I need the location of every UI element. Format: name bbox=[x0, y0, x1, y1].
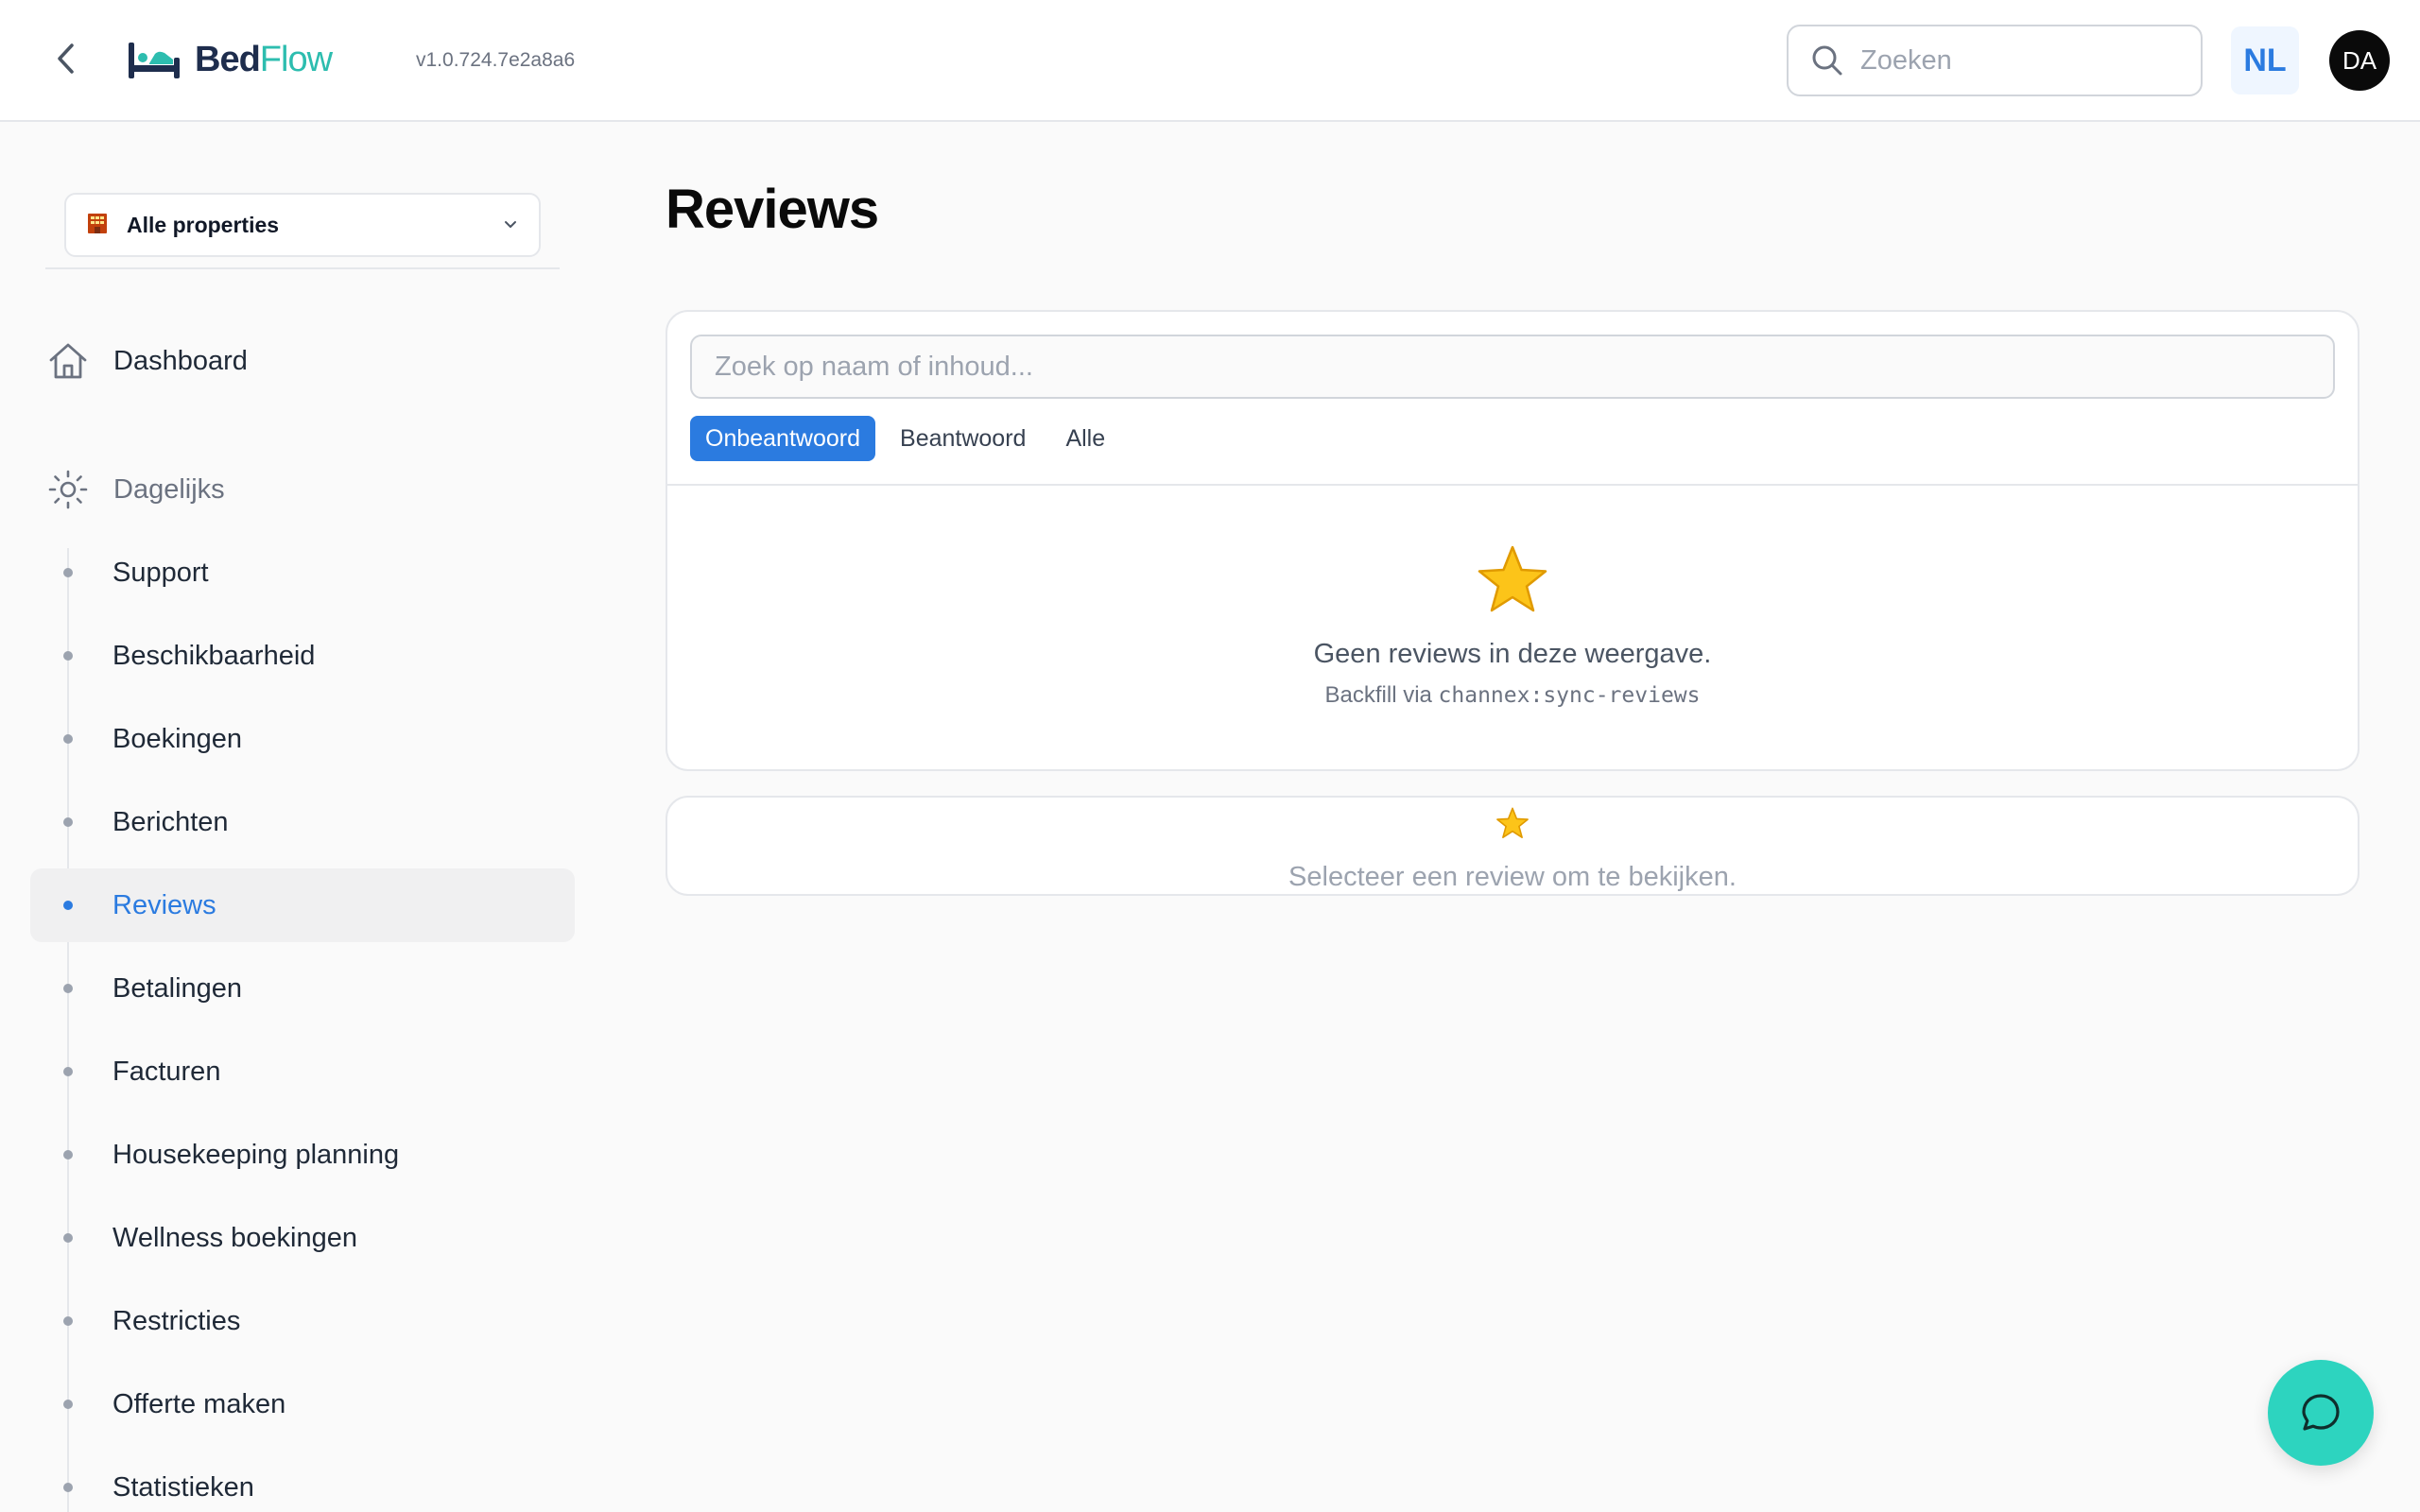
bullet-dot bbox=[63, 1150, 73, 1160]
sidebar-item-dashboard[interactable]: Dashboard bbox=[30, 328, 248, 394]
top-bar: BedFlow v1.0.724.7e2a8a6 NL DA bbox=[0, 0, 2420, 122]
sidebar-item-facturen[interactable]: Facturen bbox=[30, 1035, 575, 1108]
sidebar-item-beschikbaarheid[interactable]: Beschikbaarheid bbox=[30, 619, 575, 693]
bed-icon bbox=[129, 43, 180, 78]
global-search[interactable] bbox=[1787, 25, 2203, 96]
chevron-left-icon bbox=[58, 43, 74, 74]
search-icon bbox=[1812, 45, 1842, 76]
back-button[interactable] bbox=[47, 40, 85, 77]
sidebar-item-label: Reviews bbox=[112, 889, 216, 920]
sidebar-item-label: Statistieken bbox=[112, 1471, 254, 1503]
sidebar-item-wellness-boekingen[interactable]: Wellness boekingen bbox=[30, 1201, 575, 1275]
sidebar-item-label: Beschikbaarheid bbox=[112, 640, 316, 671]
sidebar-item-label: Berichten bbox=[112, 806, 229, 837]
tab-onbeantwoord[interactable]: Onbeantwoord bbox=[690, 416, 876, 461]
chat-button[interactable] bbox=[2268, 1360, 2374, 1466]
hotel-icon bbox=[85, 211, 110, 240]
sidebar-item-label: Support bbox=[112, 557, 209, 588]
bullet-dot bbox=[63, 1316, 73, 1326]
command-code: channex:sync-reviews bbox=[1438, 683, 1701, 708]
review-detail-card: Selecteer een review om te bekijken. bbox=[666, 796, 2360, 896]
review-filter-tabs: Onbeantwoord Beantwoord Alle bbox=[690, 416, 1120, 461]
sidebar-item-statistieken[interactable]: Statistieken bbox=[30, 1451, 575, 1512]
sidebar-item-reviews[interactable]: Reviews bbox=[30, 868, 575, 942]
sidebar-item-label: Betalingen bbox=[112, 972, 243, 1004]
sun-icon bbox=[30, 469, 106, 510]
sidebar-item-label: Boekingen bbox=[112, 723, 243, 754]
card-divider bbox=[667, 484, 2358, 486]
sidebar-item-boekingen[interactable]: Boekingen bbox=[30, 702, 575, 776]
bullet-dot bbox=[63, 1483, 73, 1492]
review-search-input[interactable] bbox=[690, 335, 2335, 399]
page-title: Reviews bbox=[666, 179, 879, 240]
reviews-list-card: Onbeantwoord Beantwoord Alle Geen review… bbox=[666, 310, 2360, 771]
empty-state-title: Geen reviews in deze weergave. bbox=[1313, 639, 1712, 669]
bullet-dot bbox=[63, 651, 73, 661]
sidebar-item-label: Restricties bbox=[112, 1305, 241, 1336]
app-version: v1.0.724.7e2a8a6 bbox=[416, 49, 576, 71]
chat-bubble-icon bbox=[2302, 1394, 2340, 1431]
property-selector[interactable]: Alle properties bbox=[64, 193, 541, 257]
sidebar-group-label: Dagelijks bbox=[113, 473, 225, 505]
sidebar-item-berichten[interactable]: Berichten bbox=[30, 785, 575, 859]
sidebar-item-label: Facturen bbox=[112, 1056, 221, 1087]
home-icon bbox=[30, 341, 106, 381]
language-switcher[interactable]: NL bbox=[2231, 26, 2299, 94]
bullet-dot bbox=[63, 1067, 73, 1076]
sidebar-item-label: Dashboard bbox=[113, 345, 248, 376]
sidebar-item-housekeeping-planning[interactable]: Housekeeping planning bbox=[30, 1118, 575, 1192]
sidebar-item-restricties[interactable]: Restricties bbox=[30, 1284, 575, 1358]
user-avatar[interactable]: DA bbox=[2329, 30, 2390, 91]
tab-beantwoord[interactable]: Beantwoord bbox=[885, 416, 1041, 461]
bullet-dot bbox=[63, 734, 73, 744]
sidebar-item-label: Offerte maken bbox=[112, 1388, 286, 1419]
sidebar-item-support[interactable]: Support bbox=[30, 536, 575, 610]
bullet-dot bbox=[63, 901, 73, 910]
empty-state-hint: Backfill via channex:sync-reviews bbox=[1324, 682, 1701, 708]
sidebar-item-label: Wellness boekingen bbox=[112, 1222, 358, 1253]
global-search-input[interactable] bbox=[1860, 44, 2163, 77]
property-selector-label: Alle properties bbox=[127, 212, 280, 237]
star-icon bbox=[667, 544, 2358, 614]
bullet-dot bbox=[63, 1400, 73, 1409]
bullet-dot bbox=[63, 984, 73, 993]
app-logo[interactable]: BedFlow bbox=[127, 34, 333, 85]
star-icon bbox=[667, 807, 2358, 839]
tab-alle[interactable]: Alle bbox=[1050, 416, 1120, 461]
bullet-dot bbox=[63, 1233, 73, 1243]
sidebar-item-betalingen[interactable]: Betalingen bbox=[30, 952, 575, 1025]
bullet-dot bbox=[63, 817, 73, 827]
detail-placeholder-text: Selecteer een review om te bekijken. bbox=[1288, 862, 1737, 892]
sidebar-item-label: Housekeeping planning bbox=[112, 1139, 400, 1170]
logo-text: BedFlow bbox=[195, 39, 333, 79]
bullet-dot bbox=[63, 568, 73, 577]
sidebar-group-dagelijks[interactable]: Dagelijks bbox=[30, 456, 225, 523]
chevron-down-icon bbox=[505, 221, 516, 228]
sidebar-divider bbox=[45, 267, 560, 269]
sidebar-item-offerte-maken[interactable]: Offerte maken bbox=[30, 1367, 575, 1441]
